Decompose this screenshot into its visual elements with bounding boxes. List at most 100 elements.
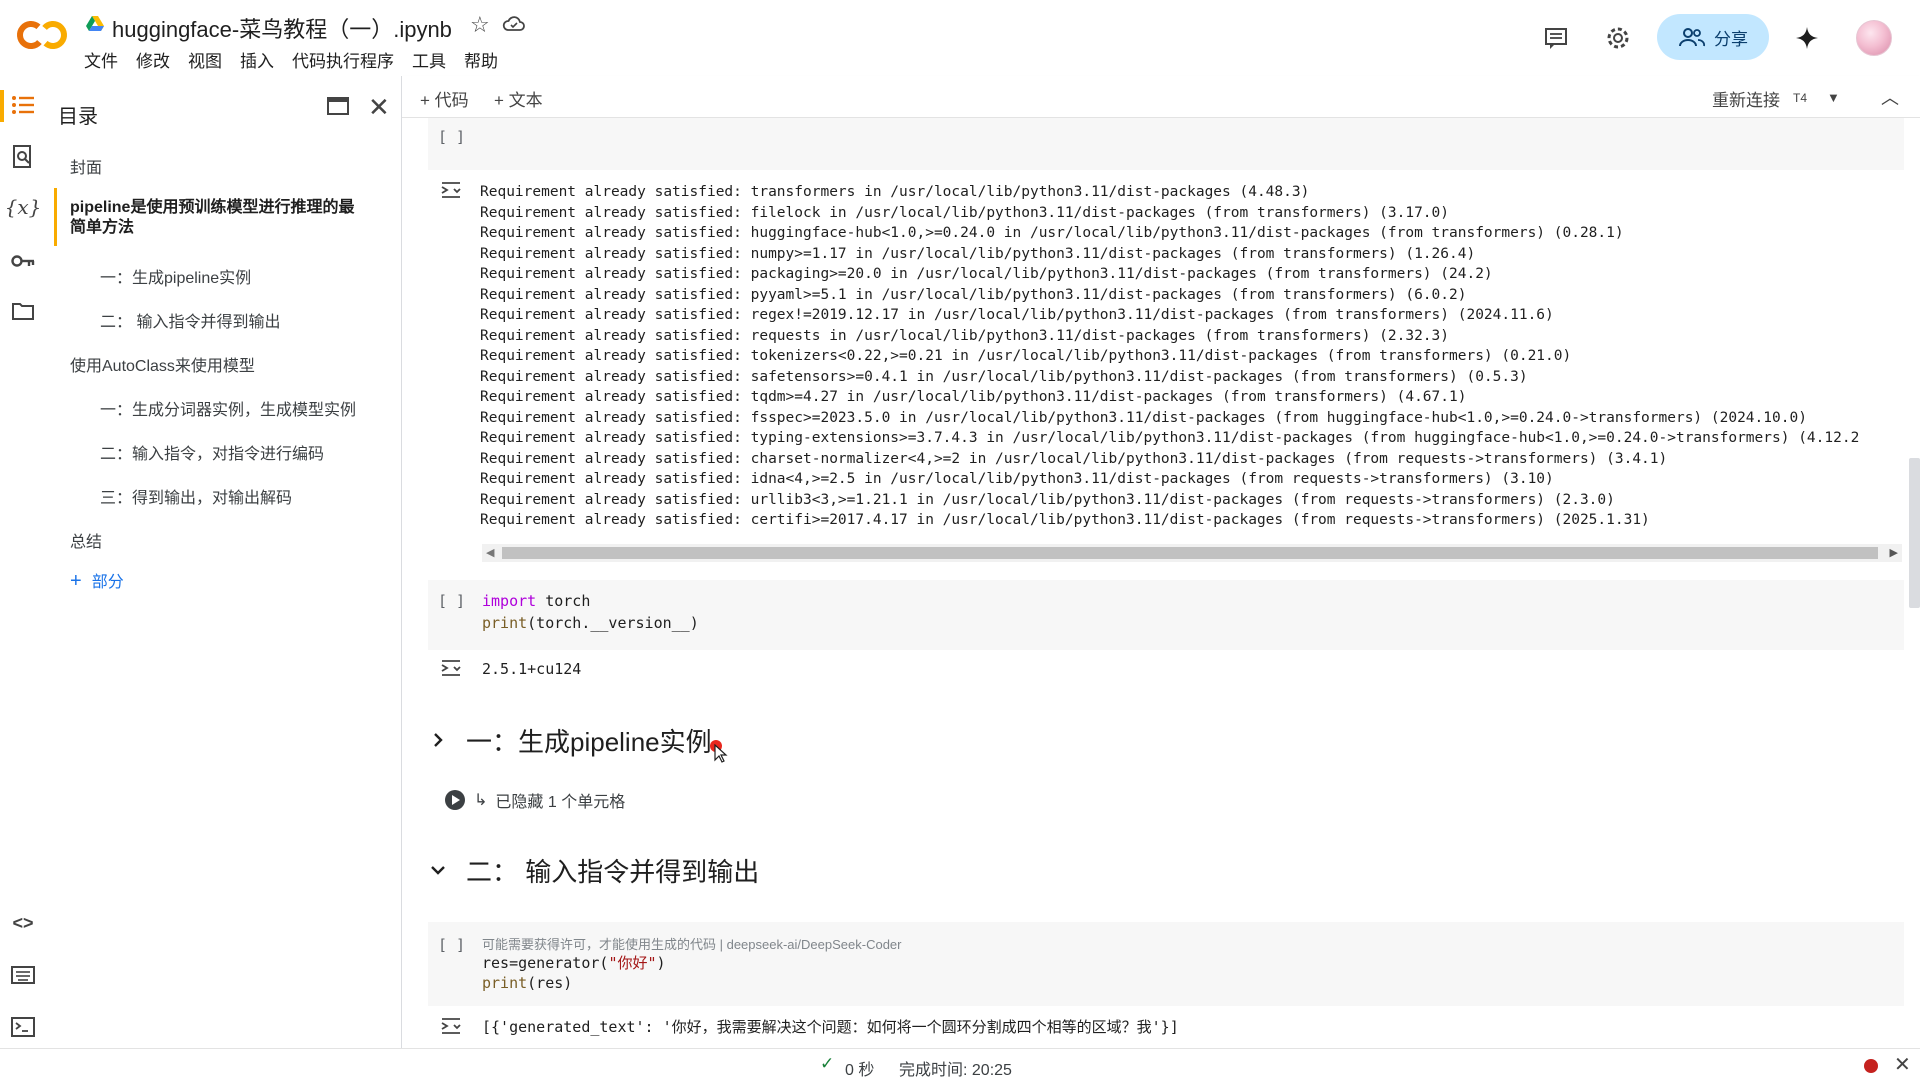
google-drive-icon	[86, 16, 104, 32]
close-icon[interactable]: ✕	[368, 92, 390, 123]
section-heading[interactable]: 二： 输入指令并得到输出	[466, 852, 759, 889]
string-literal: "你好"	[608, 954, 657, 972]
notebook-title[interactable]: huggingface-菜鸟教程（一）.ipynb	[112, 12, 452, 44]
keyword: import	[482, 592, 537, 610]
toc-item-summary[interactable]: 总结	[70, 528, 102, 552]
pip-install-output: Requirement already satisfied: transform…	[480, 182, 1859, 531]
notebook-main[interactable]: [ ] Requirement already satisfied: trans…	[402, 118, 1920, 1048]
side-rail: {x} <>	[0, 76, 46, 1048]
completion-time: 完成时间: 20:25	[899, 1062, 1012, 1079]
chevron-down-icon[interactable]: ▼	[1827, 90, 1840, 105]
code-line[interactable]: res=generator("你好")	[482, 952, 666, 973]
secrets-key-icon[interactable]	[10, 248, 36, 274]
menu-help[interactable]: 帮助	[464, 47, 507, 72]
toc-item-decode[interactable]: 三：得到输出，对输出解码	[100, 484, 292, 508]
colab-logo-icon	[17, 21, 67, 50]
toc-icon[interactable]	[10, 92, 36, 118]
output-line: Requirement already satisfied: regex!=20…	[480, 307, 1554, 323]
builtin-function: print	[482, 974, 528, 992]
add-code-button[interactable]: + 代码	[420, 86, 469, 111]
output-line: Requirement already satisfied: urllib3<3…	[480, 491, 1615, 508]
toc-active-indicator	[54, 188, 57, 246]
toc-item-encode[interactable]: 二：输入指令，对指令进行编码	[100, 440, 324, 464]
cloud-saved-icon[interactable]	[502, 14, 526, 34]
module-name: torch	[536, 592, 591, 610]
output-line: Requirement already satisfied: typing-ex…	[480, 430, 1860, 446]
check-icon: ✓	[820, 1054, 835, 1073]
chevron-down-icon[interactable]	[428, 860, 448, 880]
play-circle-icon[interactable]	[444, 789, 466, 811]
execution-duration: 0 秒	[845, 1062, 875, 1079]
command-palette-icon[interactable]	[10, 962, 36, 988]
toc-item-input-output[interactable]: 二： 输入指令并得到输出	[100, 308, 280, 332]
output-line: Requirement already satisfied: tqdm>=4.2…	[480, 389, 1467, 405]
mouse-pointer-icon	[714, 743, 728, 764]
toc-item-cover[interactable]: 封面	[70, 154, 102, 178]
hidden-cells-indicator[interactable]: ↳ 已隐藏 1 个单元格	[444, 788, 625, 812]
add-section-label: 部分	[91, 574, 124, 591]
menu-view[interactable]: 视图	[188, 47, 231, 72]
user-avatar[interactable]	[1856, 20, 1892, 56]
return-arrow-icon: ↳	[474, 792, 488, 809]
app-header: huggingface-菜鸟教程（一）.ipynb ☆ 文件 修改 视图 插入 …	[0, 0, 1920, 76]
variables-icon[interactable]: {x}	[5, 194, 42, 220]
call-args: (torch.__version__)	[527, 614, 699, 632]
code-cell[interactable]	[428, 118, 1904, 170]
menu-tools[interactable]: 工具	[412, 47, 455, 72]
toc-item-create-pipeline[interactable]: 一：生成pipeline实例	[100, 264, 251, 288]
menu-bar: 文件 修改 视图 插入 代码执行程序 工具 帮助	[84, 47, 516, 72]
colab-logo[interactable]	[16, 18, 68, 52]
builtin-function: print	[482, 614, 528, 632]
star-icon[interactable]: ☆	[470, 12, 490, 38]
cell-output: 2.5.1+cu124	[482, 660, 582, 678]
chevron-up-icon[interactable]: ︿	[1881, 84, 1899, 110]
menu-file[interactable]: 文件	[84, 47, 127, 72]
scroll-right-arrow-icon[interactable]: ▶	[1890, 544, 1898, 562]
output-line: Requirement already satisfied: certifi>=…	[480, 512, 1650, 528]
runtime-type-label: T4	[1793, 91, 1808, 105]
code-snippets-icon[interactable]: <>	[10, 910, 36, 936]
share-button[interactable]: 分享	[1657, 14, 1769, 60]
output-toggle-icon[interactable]	[440, 658, 464, 678]
code-text: )	[656, 954, 666, 972]
recording-indicator-icon[interactable]	[1864, 1059, 1878, 1073]
run-cell-button[interactable]: [ ]	[438, 592, 465, 610]
close-icon[interactable]: ✕	[1894, 1052, 1911, 1077]
find-icon[interactable]	[10, 144, 36, 170]
menu-edit[interactable]: 修改	[136, 47, 179, 72]
toc-item-autoclass[interactable]: 使用AutoClass来使用模型	[70, 352, 255, 376]
gemini-sparkle-icon[interactable]	[1793, 24, 1821, 52]
reconnect-button[interactable]: 重新连接	[1712, 86, 1780, 111]
settings-gear-icon[interactable]	[1604, 24, 1632, 52]
output-line: Requirement already satisfied: requests …	[480, 327, 1450, 344]
files-folder-icon[interactable]	[10, 298, 36, 324]
code-line[interactable]: print(torch.__version__)	[482, 614, 699, 632]
menu-insert[interactable]: 插入	[240, 47, 283, 72]
output-toggle-icon[interactable]	[440, 1016, 464, 1036]
run-cell-button[interactable]: [ ]	[438, 128, 465, 146]
vertical-scrollbar[interactable]	[1909, 458, 1920, 608]
scroll-left-arrow-icon[interactable]: ◀	[486, 544, 494, 562]
horizontal-scrollbar[interactable]: ◀ ▶	[482, 544, 1902, 562]
add-section-button[interactable]: + 部分	[70, 568, 124, 593]
terminal-icon[interactable]	[10, 1014, 36, 1040]
code-line[interactable]: print(res)	[482, 974, 572, 992]
run-cell-button[interactable]: [ ]	[438, 936, 465, 954]
notebook-toolbar: + 代码 + 文本 重新连接 T4 ▼ ︿	[402, 76, 1920, 118]
toc-item-tokenizer-model[interactable]: 一：生成分词器实例，生成模型实例	[100, 396, 356, 420]
comments-icon[interactable]	[1542, 24, 1570, 52]
output-line: Requirement already satisfied: tokenizer…	[480, 348, 1572, 364]
section-heading[interactable]: 一：生成pipeline实例	[466, 722, 712, 759]
call-args: (res)	[527, 974, 573, 992]
table-of-contents-panel: 目录 ✕ 封面 pipeline是使用预训练模型进行推理的最简单方法 一：生成p…	[46, 76, 402, 1048]
menu-runtime[interactable]: 代码执行程序	[292, 47, 403, 72]
output-line: Requirement already satisfied: pyyaml>=5…	[480, 286, 1467, 303]
chevron-right-icon[interactable]	[428, 730, 448, 750]
output-line: Requirement already satisfied: packaging…	[480, 266, 1493, 282]
status-bar: ✓ 0 秒 完成时间: 20:25 ✕	[0, 1048, 1920, 1080]
add-text-button[interactable]: + 文本	[494, 86, 543, 111]
code-line[interactable]: import torch	[482, 592, 590, 610]
output-toggle-icon[interactable]	[440, 180, 464, 200]
open-in-tab-icon[interactable]	[326, 95, 350, 117]
scrollbar-thumb[interactable]	[502, 547, 1878, 559]
